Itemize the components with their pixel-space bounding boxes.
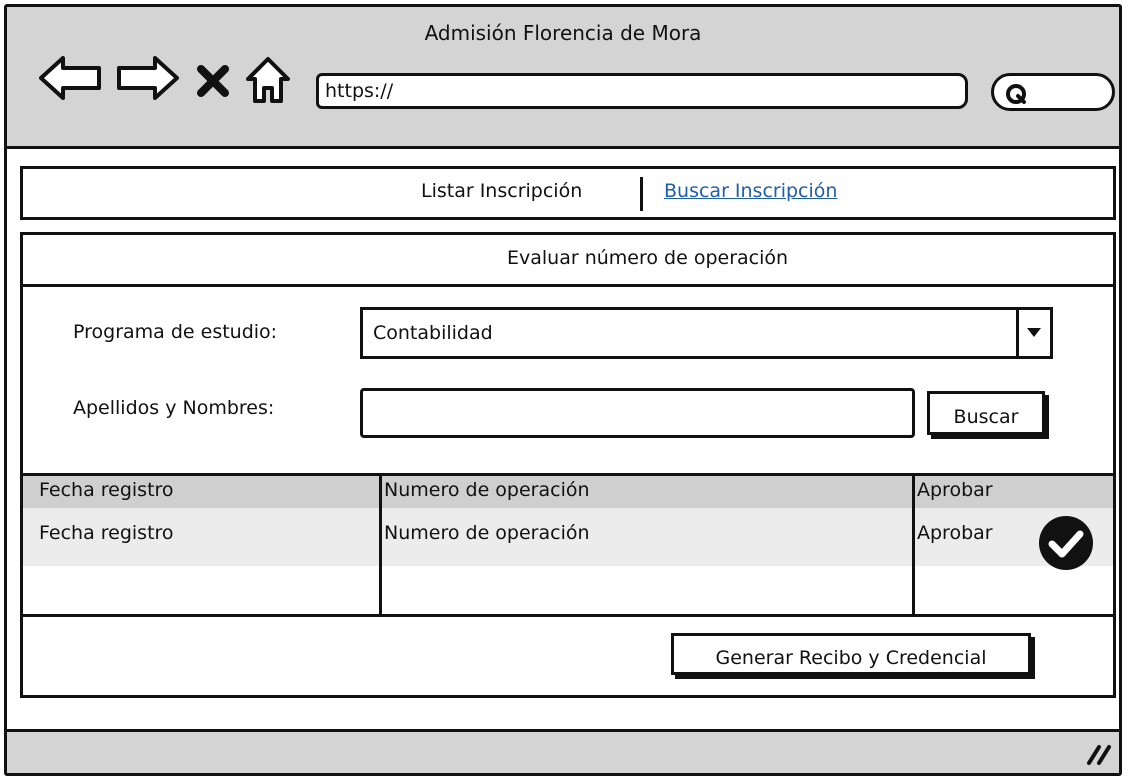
table-cell-fecha: Fecha registro	[39, 522, 174, 544]
search-icon	[1006, 84, 1026, 104]
home-icon[interactable]	[243, 55, 293, 105]
back-arrow-icon[interactable]	[37, 53, 107, 103]
program-select[interactable]: Contabilidad	[360, 307, 1053, 359]
browser-search-box[interactable]	[991, 73, 1115, 111]
forward-arrow-icon[interactable]	[111, 53, 181, 103]
section-header: Evaluar número de operación	[23, 235, 1113, 287]
chevron-down-icon[interactable]	[1016, 310, 1050, 356]
table-header-aprobar: Aprobar	[917, 479, 993, 501]
section-title: Evaluar número de operación	[507, 247, 789, 269]
results-table: Fecha registro Numero de operación Aprob…	[23, 473, 1113, 617]
close-x-icon[interactable]	[193, 61, 233, 101]
generate-receipt-button[interactable]: Generar Recibo y Credencial	[671, 633, 1031, 675]
program-selected-value: Contabilidad	[373, 322, 493, 344]
name-input[interactable]	[360, 388, 915, 438]
evaluation-panel: Evaluar número de operación Programa de …	[20, 232, 1116, 698]
approve-check-icon[interactable]	[1037, 514, 1095, 572]
table-header-numero: Numero de operación	[384, 479, 590, 501]
status-bar	[7, 729, 1119, 773]
program-label: Programa de estudio:	[73, 321, 278, 343]
tab-buscar-inscripcion[interactable]: Buscar Inscripción	[664, 180, 837, 202]
tab-listar-inscripcion[interactable]: Listar Inscripción	[421, 180, 582, 202]
window-title: Admisión Florencia de Mora	[424, 21, 702, 45]
name-label: Apellidos y Nombres:	[73, 397, 275, 419]
tabs-bar: Listar Inscripción Buscar Inscripción	[20, 166, 1116, 220]
table-header-row: Fecha registro Numero de operación Aprob…	[23, 476, 1113, 508]
table-cell-aprobar: Aprobar	[917, 522, 993, 544]
browser-window: Admisión Florencia de Mora https:// List…	[4, 4, 1122, 776]
table-cell-numero: Numero de operación	[384, 522, 590, 544]
table-row[interactable]: Fecha registro Numero de operación Aprob…	[23, 508, 1113, 566]
resize-grip-icon[interactable]	[1083, 741, 1113, 767]
search-button[interactable]: Buscar	[927, 391, 1045, 435]
tab-separator	[640, 177, 643, 211]
column-divider	[379, 476, 382, 614]
browser-titlebar: Admisión Florencia de Mora https://	[7, 7, 1119, 149]
url-input[interactable]: https://	[316, 73, 968, 109]
column-divider	[912, 476, 915, 614]
table-header-fecha: Fecha registro	[39, 479, 174, 501]
